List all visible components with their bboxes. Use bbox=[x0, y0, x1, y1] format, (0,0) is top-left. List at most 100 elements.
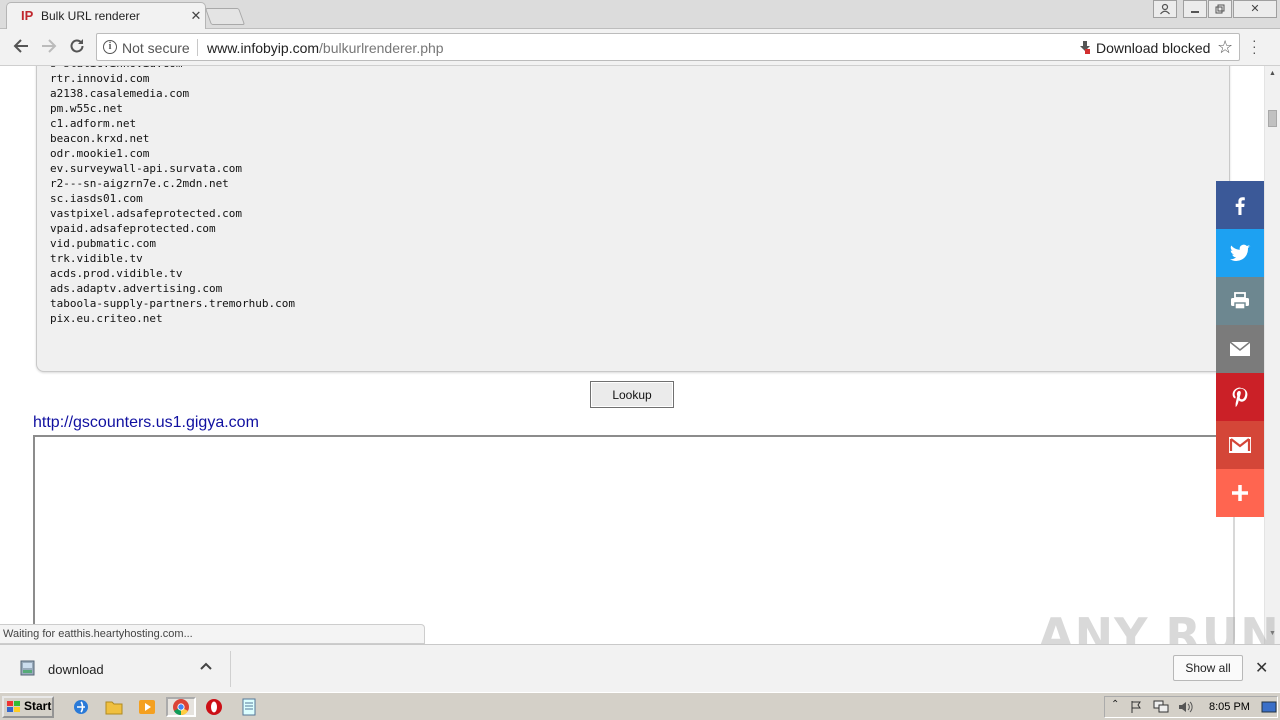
email-icon bbox=[1229, 341, 1251, 356]
url-list: s-static.innovid.comrtr.innovid.coma2138… bbox=[50, 66, 295, 326]
profile-button[interactable] bbox=[1153, 0, 1177, 18]
back-button[interactable] bbox=[10, 37, 32, 59]
url-list-line: vastpixel.adsafeprotected.com bbox=[50, 207, 243, 220]
url-list-line: pm.w55c.net bbox=[50, 102, 123, 115]
minimize-button[interactable] bbox=[1183, 0, 1207, 18]
notepad-icon bbox=[242, 698, 256, 716]
taskbar-file-explorer[interactable] bbox=[103, 697, 125, 717]
close-window-icon: ✕ bbox=[1250, 3, 1260, 15]
url-list-line: taboola-supply-partners.tremorhub.com bbox=[50, 297, 296, 310]
taskbar-media-player[interactable] bbox=[136, 697, 158, 717]
share-gmail-button[interactable] bbox=[1216, 421, 1264, 469]
status-bubble: Waiting for eatthis.heartyhosting.com... bbox=[0, 624, 425, 644]
network-icon[interactable] bbox=[1153, 700, 1169, 714]
action-center-flag-icon[interactable] bbox=[1130, 700, 1144, 714]
url-list-line: acds.prod.vidible.tv bbox=[50, 267, 183, 280]
url-list-line: ev.surveywall-api.survata.com bbox=[50, 162, 243, 175]
start-label: Start bbox=[24, 699, 52, 713]
url-list-line: pix.eu.criteo.net bbox=[50, 312, 163, 325]
taskbar-clock[interactable]: 8:05 PM bbox=[1209, 701, 1250, 713]
url-list-line: r2---sn-aigzrn7e.c.2mdn.net bbox=[50, 177, 229, 190]
close-window-button[interactable]: ✕ bbox=[1233, 0, 1277, 18]
minimize-icon bbox=[1191, 11, 1199, 13]
lookup-button[interactable]: Lookup bbox=[590, 381, 674, 408]
new-tab-button[interactable] bbox=[204, 8, 246, 25]
download-blocked-label[interactable]: Download blocked bbox=[1096, 40, 1210, 56]
browser-menu-icon[interactable]: · · · bbox=[1252, 33, 1258, 59]
url-text[interactable]: www.infobyip.com/bulkurlrenderer.php bbox=[207, 40, 444, 56]
download-blocked-icon[interactable] bbox=[1080, 41, 1090, 54]
download-file-icon bbox=[20, 660, 35, 676]
browser-toolbar: i Not secure www.infobyip.com/bulkurlren… bbox=[0, 29, 1280, 66]
info-icon[interactable]: i bbox=[103, 40, 117, 54]
scroll-up-arrow-icon[interactable]: ▲ bbox=[1269, 70, 1276, 77]
pinterest-icon bbox=[1232, 387, 1248, 407]
url-list-line: beacon.krxd.net bbox=[50, 132, 150, 145]
internet-explorer-icon bbox=[74, 700, 88, 714]
url-list-line: ads.adaptv.advertising.com bbox=[50, 282, 223, 295]
share-email-button[interactable] bbox=[1216, 325, 1264, 373]
download-item-name[interactable]: download bbox=[48, 662, 104, 677]
show-hidden-icons-icon[interactable]: ⌃ bbox=[1111, 699, 1119, 710]
url-list-line: vid.pubmatic.com bbox=[50, 237, 156, 250]
url-list-line: vpaid.adsafeprotected.com bbox=[50, 222, 216, 235]
share-pinterest-button[interactable] bbox=[1216, 373, 1264, 421]
page-content: s-static.innovid.comrtr.innovid.coma2138… bbox=[0, 66, 1264, 644]
show-desktop-icon[interactable] bbox=[1261, 700, 1277, 714]
site-favicon-icon: IP bbox=[21, 8, 34, 23]
folder-icon bbox=[105, 701, 123, 715]
print-icon bbox=[1231, 292, 1249, 310]
url-list-line: trk.vidible.tv bbox=[50, 252, 143, 265]
close-download-shelf-icon[interactable]: ✕ bbox=[1255, 658, 1268, 678]
security-label[interactable]: Not secure bbox=[122, 40, 190, 56]
url-host: www.infobyip.com bbox=[207, 40, 320, 56]
plus-icon bbox=[1232, 485, 1248, 501]
tab-bulk-url-renderer[interactable]: IP Bulk URL renderer ✕ bbox=[6, 2, 206, 30]
facebook-icon bbox=[1235, 197, 1245, 215]
page-scrollbar[interactable]: ▲ ▼ bbox=[1264, 66, 1280, 644]
close-tab-icon[interactable]: ✕ bbox=[189, 8, 203, 24]
twitter-icon bbox=[1229, 244, 1251, 262]
url-list-line: rtr.innovid.com bbox=[50, 72, 150, 85]
bookmark-star-icon[interactable]: ☆ bbox=[1217, 37, 1233, 58]
scrollbar-thumb[interactable] bbox=[1268, 110, 1277, 127]
url-list-textarea[interactable]: s-static.innovid.comrtr.innovid.coma2138… bbox=[36, 66, 1230, 372]
share-more-button[interactable] bbox=[1216, 469, 1264, 517]
gmail-icon bbox=[1229, 437, 1251, 453]
taskbar-chrome[interactable] bbox=[166, 697, 196, 717]
forward-arrow-icon bbox=[42, 39, 57, 53]
media-player-icon bbox=[139, 700, 155, 714]
address-bar[interactable]: i Not secure www.infobyip.com/bulkurlren… bbox=[96, 33, 1240, 61]
start-button[interactable]: Start bbox=[2, 696, 54, 718]
result-url-heading: http://gscounters.us1.gigya.com bbox=[33, 414, 259, 431]
chrome-icon bbox=[173, 699, 189, 716]
tab-strip: IP Bulk URL renderer ✕ ✕ bbox=[0, 0, 1280, 30]
reload-button[interactable] bbox=[66, 37, 88, 59]
windows-flag-icon bbox=[7, 701, 20, 712]
windows-taskbar: Start ⌃ 8:05 PM bbox=[0, 692, 1280, 720]
social-share-bar bbox=[1216, 181, 1264, 517]
url-list-line: c1.adform.net bbox=[50, 117, 137, 130]
chevron-up-icon[interactable] bbox=[200, 659, 212, 673]
reload-icon bbox=[70, 39, 84, 53]
share-print-button[interactable] bbox=[1216, 277, 1264, 325]
url-path: /bulkurlrenderer.php bbox=[319, 40, 444, 56]
taskbar-internet-explorer[interactable] bbox=[70, 697, 92, 717]
download-shelf-divider bbox=[230, 651, 231, 687]
url-list-line: a2138.casalemedia.com bbox=[50, 87, 190, 100]
forward-button[interactable] bbox=[38, 37, 60, 59]
restore-icon bbox=[1215, 4, 1225, 14]
omnibox-divider bbox=[197, 39, 198, 56]
restore-button[interactable] bbox=[1208, 0, 1232, 18]
share-twitter-button[interactable] bbox=[1216, 229, 1264, 277]
taskbar-opera[interactable] bbox=[203, 697, 225, 717]
volume-icon[interactable] bbox=[1178, 700, 1194, 714]
share-facebook-button[interactable] bbox=[1216, 181, 1264, 229]
profile-icon bbox=[1160, 3, 1170, 15]
tab-title: Bulk URL renderer bbox=[41, 9, 140, 23]
url-list-line: sc.iasds01.com bbox=[50, 192, 143, 205]
taskbar-notepad[interactable] bbox=[236, 697, 262, 717]
show-all-button[interactable]: Show all bbox=[1173, 655, 1243, 681]
download-shelf: download Show all ✕ bbox=[0, 644, 1280, 692]
back-arrow-icon bbox=[13, 39, 28, 53]
